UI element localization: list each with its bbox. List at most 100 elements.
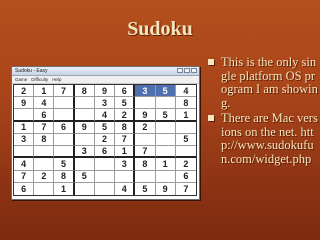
sudoku-cell[interactable]: 7 <box>115 133 136 147</box>
sudoku-cell[interactable]: 3 <box>14 133 35 147</box>
close-icon[interactable] <box>191 68 197 73</box>
sudoku-cell[interactable] <box>155 170 176 183</box>
sudoku-cell[interactable] <box>34 158 55 171</box>
sudoku-cell[interactable] <box>135 133 156 147</box>
sudoku-grid: 2178963549435864295117695823827536174538… <box>13 84 197 196</box>
sudoku-cell[interactable]: 6 <box>94 146 116 159</box>
sudoku-cell[interactable]: 4 <box>175 85 196 98</box>
sudoku-cell[interactable] <box>155 121 176 134</box>
sudoku-cell[interactable] <box>75 182 95 195</box>
sudoku-cell[interactable]: 5 <box>115 97 136 110</box>
sudoku-cell[interactable]: 3 <box>115 158 136 171</box>
bullet-list: This is the only single platform OS prog… <box>208 55 318 168</box>
sudoku-cell[interactable]: 4 <box>14 158 35 171</box>
sudoku-cell[interactable] <box>14 109 35 122</box>
sudoku-cell[interactable] <box>135 97 156 110</box>
sudoku-cell[interactable]: 5 <box>135 182 156 195</box>
sudoku-cell[interactable]: 9 <box>14 97 35 110</box>
sudoku-cell[interactable]: 9 <box>156 182 176 195</box>
sudoku-cell[interactable] <box>74 158 95 171</box>
sudoku-cell[interactable]: 1 <box>175 109 196 122</box>
menu-help[interactable]: Help <box>52 76 61 83</box>
sudoku-cell[interactable] <box>54 146 75 159</box>
sudoku-cell[interactable] <box>74 109 95 122</box>
sudoku-cell[interactable]: 6 <box>34 109 55 122</box>
sudoku-cell[interactable]: 8 <box>135 158 156 171</box>
window-titlebar[interactable]: Sudoku - Easy <box>12 67 199 76</box>
sudoku-cell[interactable]: 7 <box>176 183 196 195</box>
sudoku-cell[interactable]: 1 <box>155 158 176 171</box>
window-title: Sudoku - Easy <box>15 68 48 74</box>
sudoku-cell[interactable]: 6 <box>14 182 35 195</box>
menu-game[interactable]: Game <box>15 76 27 83</box>
sudoku-cell[interactable]: 2 <box>94 133 116 147</box>
sudoku-cell[interactable]: 6 <box>54 121 75 134</box>
bullet-text: This is the only single platform OS prog… <box>221 55 318 110</box>
bullet-text: There are Mac versions on the net. http:… <box>221 111 318 166</box>
sudoku-cell[interactable]: 1 <box>115 146 136 159</box>
sudoku-cell[interactable]: 2 <box>34 170 55 183</box>
sudoku-cell[interactable]: 8 <box>54 170 75 183</box>
sudoku-cell[interactable]: 1 <box>14 121 35 134</box>
sudoku-cell[interactable] <box>74 97 95 110</box>
sudoku-cell[interactable] <box>34 146 55 159</box>
sudoku-cell[interactable] <box>54 133 75 147</box>
sudoku-cell[interactable]: 7 <box>135 146 156 159</box>
sudoku-cell[interactable]: 5 <box>175 134 196 147</box>
sudoku-cell[interactable]: 7 <box>54 85 75 98</box>
sudoku-cell[interactable]: 7 <box>14 170 35 183</box>
sudoku-window: Sudoku - Easy Game Difficulty Help 21789… <box>11 66 200 200</box>
maximize-icon[interactable] <box>184 68 190 73</box>
sudoku-cell[interactable]: 1 <box>34 85 55 98</box>
sudoku-cell[interactable]: 5 <box>74 170 95 183</box>
sudoku-cell[interactable]: 9 <box>135 109 156 122</box>
sudoku-cell[interactable] <box>175 146 196 159</box>
sudoku-cell[interactable]: 3 <box>94 97 116 110</box>
bullet-item: There are Mac versions on the net. http:… <box>208 111 318 166</box>
sudoku-cell[interactable] <box>135 170 156 183</box>
sudoku-cell[interactable]: 1 <box>54 182 75 195</box>
sudoku-cell[interactable]: 8 <box>175 97 196 110</box>
sudoku-cell[interactable]: 6 <box>115 85 136 98</box>
square-bullet-icon <box>208 115 214 121</box>
sudoku-cell[interactable]: 5 <box>54 158 75 171</box>
square-bullet-icon <box>208 59 214 65</box>
sudoku-cell[interactable]: 5 <box>94 121 116 134</box>
sudoku-cell[interactable] <box>14 146 35 159</box>
menu-difficulty[interactable]: Difficulty <box>31 76 48 83</box>
sudoku-cell[interactable] <box>175 122 196 134</box>
sudoku-cell[interactable] <box>34 182 55 195</box>
sudoku-cell[interactable] <box>74 133 95 147</box>
sudoku-cell[interactable]: 8 <box>115 121 136 134</box>
bullet-item: This is the only single platform OS prog… <box>208 55 318 110</box>
sudoku-cell[interactable]: 8 <box>34 133 55 147</box>
sudoku-cell[interactable]: 2 <box>135 121 156 134</box>
sudoku-cell[interactable]: 4 <box>34 97 55 110</box>
sudoku-cell[interactable] <box>95 182 116 195</box>
sudoku-cell[interactable]: 2 <box>115 109 136 122</box>
slide-title: Sudoku <box>127 18 193 40</box>
sudoku-cell[interactable]: 9 <box>74 121 95 134</box>
sudoku-cell[interactable]: 2 <box>175 158 196 171</box>
sudoku-cell[interactable]: 2 <box>14 85 35 98</box>
sudoku-cell[interactable]: 3 <box>135 85 156 98</box>
sudoku-cell[interactable] <box>94 158 116 171</box>
menu-bar: Game Difficulty Help <box>12 76 199 84</box>
sudoku-cell[interactable] <box>54 97 75 110</box>
sudoku-cell[interactable] <box>115 170 136 183</box>
sudoku-cell[interactable] <box>54 109 75 122</box>
sudoku-cell[interactable]: 5 <box>155 85 176 98</box>
sudoku-cell[interactable]: 7 <box>34 121 55 134</box>
sudoku-cell[interactable]: 4 <box>115 182 136 195</box>
sudoku-cell[interactable] <box>155 97 176 110</box>
sudoku-cell[interactable] <box>94 170 116 183</box>
sudoku-cell[interactable]: 5 <box>155 109 176 122</box>
sudoku-cell[interactable]: 8 <box>74 85 95 98</box>
sudoku-cell[interactable] <box>155 146 176 159</box>
sudoku-cell[interactable]: 9 <box>94 85 116 98</box>
sudoku-cell[interactable]: 3 <box>74 146 95 159</box>
sudoku-cell[interactable]: 4 <box>94 109 116 122</box>
sudoku-cell[interactable]: 6 <box>175 171 196 183</box>
minimize-icon[interactable] <box>177 68 183 73</box>
sudoku-cell[interactable] <box>155 133 176 147</box>
